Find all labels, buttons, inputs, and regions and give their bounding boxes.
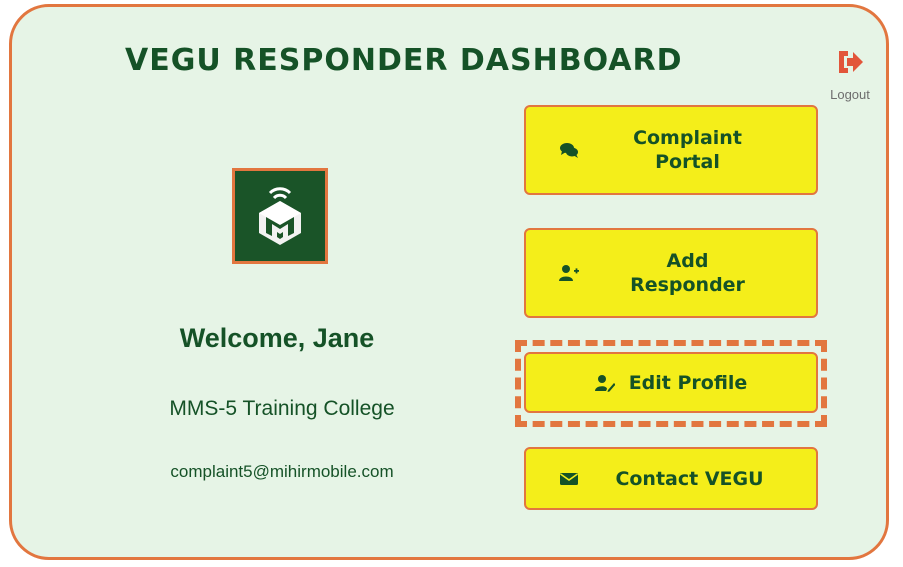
user-email: complaint5@mihirmobile.com — [170, 462, 394, 481]
page-title: VEGU RESPONDER DASHBOARD — [125, 43, 683, 78]
contact-vegu-label: Contact VEGU — [615, 467, 764, 490]
organization-name: MMS-5 Training College — [169, 397, 395, 420]
logout-button[interactable]: Logout — [824, 47, 876, 102]
welcome-heading: Welcome, Jane — [179, 323, 375, 353]
vegu-logo-icon — [259, 187, 301, 245]
user-plus-icon — [559, 265, 579, 281]
edit-profile-label: Edit Profile — [628, 371, 748, 394]
complaint-portal-button[interactable]: Complaint Portal — [524, 105, 818, 195]
complaint-portal-label: Complaint Portal — [633, 127, 742, 173]
logout-label: Logout — [830, 87, 870, 102]
envelope-icon — [560, 472, 578, 485]
vegu-logo — [232, 168, 328, 264]
user-edit-icon — [594, 374, 615, 392]
add-responder-button[interactable]: Add Responder — [524, 228, 818, 318]
logout-icon — [839, 51, 863, 73]
contact-vegu-button[interactable]: Contact VEGU — [524, 447, 818, 510]
comments-icon — [560, 143, 578, 158]
edit-profile-button[interactable]: Edit Profile — [524, 352, 818, 413]
add-responder-label: Add Responder — [630, 250, 745, 296]
